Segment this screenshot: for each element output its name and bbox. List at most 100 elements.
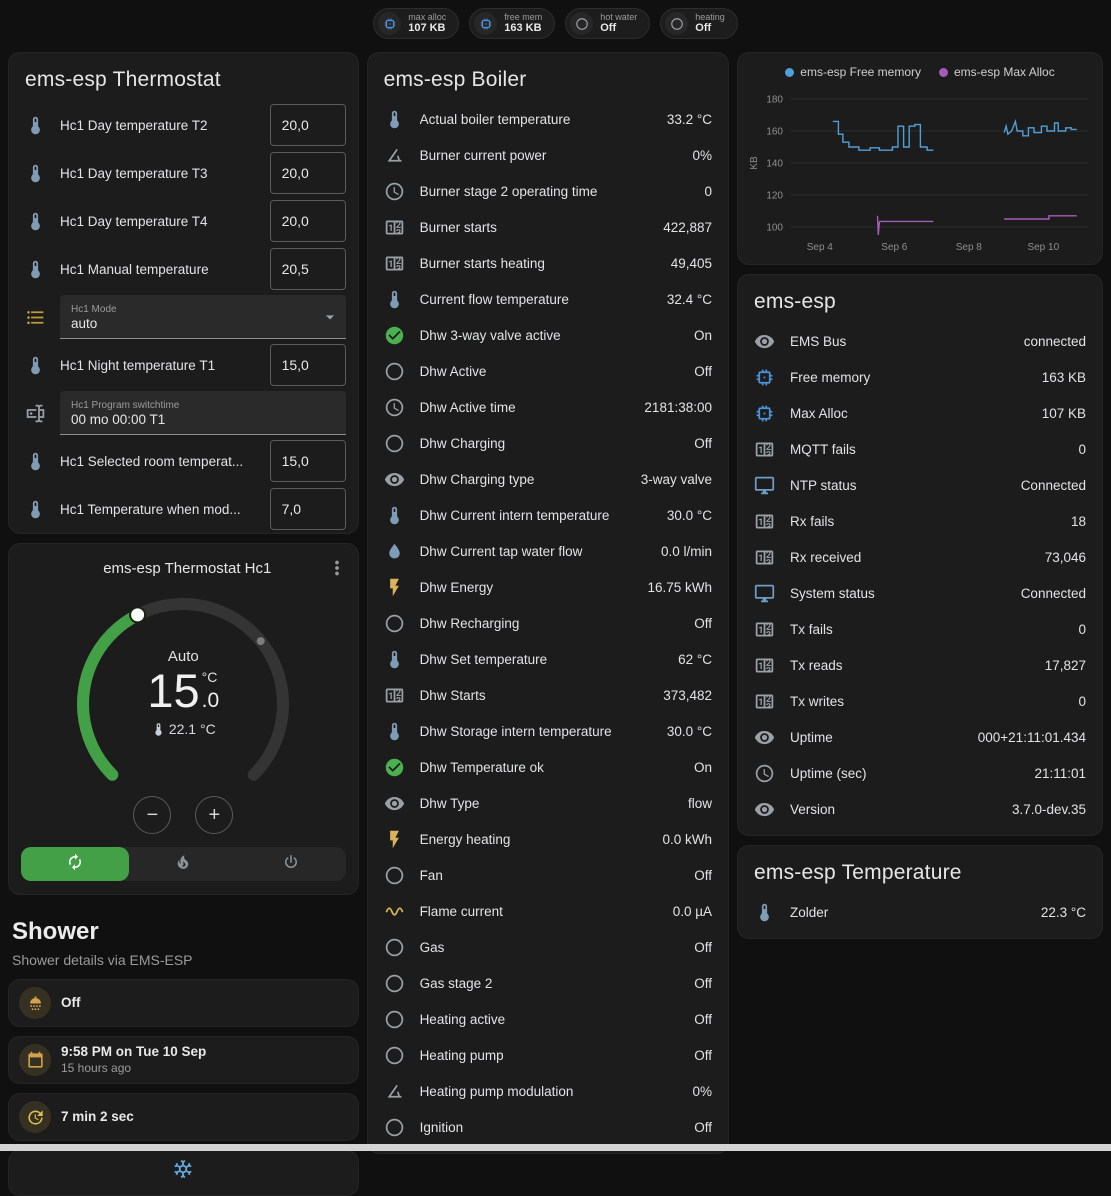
circle-icon — [665, 12, 688, 35]
hvac-mode-button-off[interactable] — [237, 847, 345, 881]
badge-hot-water[interactable]: hot waterOff — [565, 8, 650, 39]
counter-icon — [384, 253, 405, 274]
entity-row[interactable]: GasOff — [368, 929, 728, 965]
timer-icon — [19, 1101, 51, 1133]
entity-row[interactable]: NTP statusConnected — [738, 467, 1102, 503]
more-options-button[interactable] — [326, 557, 350, 581]
entity-row[interactable]: Dhw ActiveOff — [368, 353, 728, 389]
entity-row[interactable]: Dhw Energy16.75 kWh — [368, 569, 728, 605]
entity-row[interactable]: System statusConnected — [738, 575, 1102, 611]
entity-row[interactable]: Uptime (sec)21:11:01 — [738, 755, 1102, 791]
textbox-icon — [25, 403, 46, 424]
check-circle-icon — [384, 757, 405, 778]
entity-row[interactable]: Current flow temperature32.4 °C — [368, 281, 728, 317]
entity-row[interactable]: Actual boiler temperature33.2 °C — [368, 101, 728, 137]
hvac-mode-button-auto[interactable] — [21, 847, 129, 881]
entity-row[interactable]: Dhw Temperature okOn — [368, 749, 728, 785]
entity-row[interactable]: Free memory163 KB — [738, 359, 1102, 395]
entity-row[interactable]: Max Alloc107 KB — [738, 395, 1102, 431]
entity-row[interactable]: Heating activeOff — [368, 1001, 728, 1037]
entity-row[interactable]: Dhw Set temperature62 °C — [368, 641, 728, 677]
entity-row[interactable]: Tx reads17,827 — [738, 647, 1102, 683]
entity-row[interactable]: Dhw Charging type3-way valve — [368, 461, 728, 497]
monitor-icon — [754, 583, 775, 604]
entity-label: Max Alloc — [790, 406, 1027, 421]
entity-row[interactable]: Dhw Active time2181:38:00 — [368, 389, 728, 425]
mode-select[interactable]: Hc1 Modeauto — [60, 295, 346, 339]
entity-label: Burner starts heating — [420, 256, 656, 271]
decrease-temp-button[interactable]: − — [133, 796, 171, 834]
chip-icon — [378, 12, 401, 35]
entity-row[interactable]: Burner starts422,887 — [368, 209, 728, 245]
entity-row[interactable]: Rx received73,046 — [738, 539, 1102, 575]
power-icon — [282, 853, 300, 876]
shower-tile[interactable]: Off — [8, 979, 359, 1027]
calendar-icon — [19, 1044, 51, 1076]
counter-icon — [384, 685, 405, 706]
badge-free-mem[interactable]: free mem163 KB — [469, 8, 555, 39]
entity-row[interactable]: Burner stage 2 operating time0 — [368, 173, 728, 209]
entity-row[interactable]: Dhw ChargingOff — [368, 425, 728, 461]
number-input[interactable]: 20,5 — [270, 248, 346, 290]
entity-row[interactable]: Tx fails0 — [738, 611, 1102, 647]
entity-row[interactable]: Tx writes0 — [738, 683, 1102, 719]
text-input[interactable]: Hc1 Program switchtime00 mo 00:00 T1 — [60, 391, 346, 435]
entity-value: 422,887 — [663, 220, 712, 235]
svg-text:160: 160 — [766, 127, 783, 138]
entity-row[interactable]: MQTT fails0 — [738, 431, 1102, 467]
entity-row[interactable]: Dhw Current intern temperature30.0 °C — [368, 497, 728, 533]
entity-row[interactable]: Energy heating0.0 kWh — [368, 821, 728, 857]
number-input[interactable]: 20,0 — [270, 104, 346, 146]
shower-tile[interactable]: 7 min 2 sec — [8, 1093, 359, 1141]
thermostat-row: Hc1 Night temperature T115,0 — [9, 341, 358, 389]
entity-row[interactable]: Rx fails18 — [738, 503, 1102, 539]
entity-row[interactable]: Dhw RechargingOff — [368, 605, 728, 641]
thermometer-icon — [384, 109, 405, 130]
entity-row[interactable]: Burner current power0% — [368, 137, 728, 173]
eye-icon — [754, 331, 775, 352]
entity-value: 18 — [1071, 514, 1086, 529]
entity-row[interactable]: Dhw Starts373,482 — [368, 677, 728, 713]
entity-row[interactable]: Version3.7.0-dev.35 — [738, 791, 1102, 827]
entity-row[interactable]: Uptime000+21:11:01.434 — [738, 719, 1102, 755]
number-input[interactable]: 7,0 — [270, 488, 346, 530]
entity-row[interactable]: Dhw 3-way valve activeOn — [368, 317, 728, 353]
entity-value: 0.0 µA — [673, 904, 712, 919]
entity-label: Burner stage 2 operating time — [420, 184, 690, 199]
number-input[interactable]: 15,0 — [270, 344, 346, 386]
entity-row[interactable]: Zolder22.3 °C — [738, 894, 1102, 930]
entity-row[interactable]: Heating pump modulation0% — [368, 1073, 728, 1109]
entity-row[interactable]: EMS Busconnected — [738, 323, 1102, 359]
fire-icon — [174, 853, 192, 876]
badge-max-alloc[interactable]: max alloc107 KB — [373, 8, 459, 39]
entity-row[interactable]: Flame current0.0 µA — [368, 893, 728, 929]
entity-row[interactable]: Dhw Storage intern temperature30.0 °C — [368, 713, 728, 749]
tile-primary-text: Off — [61, 995, 81, 1012]
thermostat-row: Hc1 Temperature when mod...7,0 — [9, 485, 358, 533]
eye-icon — [754, 727, 775, 748]
partial-tile-card[interactable] — [8, 1150, 359, 1196]
number-input[interactable]: 20,0 — [270, 152, 346, 194]
increase-temp-button[interactable]: + — [195, 796, 233, 834]
number-input[interactable]: 15,0 — [270, 440, 346, 482]
entity-label: Ignition — [420, 1120, 680, 1135]
badge-heating[interactable]: heatingOff — [660, 8, 738, 39]
shower-tile[interactable]: 9:58 PM on Tue 10 Sep15 hours ago — [8, 1036, 359, 1084]
thermostat-dial[interactable]: Auto 15 °C .0 22.1 °C — [68, 592, 298, 792]
chip-icon — [474, 12, 497, 35]
entity-label: Heating pump modulation — [420, 1084, 678, 1099]
column-left: ems-esp Thermostat Hc1 Day temperature T… — [8, 52, 359, 1196]
chart-legend: ems-esp Free memoryems-esp Max Alloc — [746, 63, 1094, 83]
entity-row[interactable]: Dhw Current tap water flow0.0 l/min — [368, 533, 728, 569]
entity-row[interactable]: Burner starts heating49,405 — [368, 245, 728, 281]
entity-value: 21:11:01 — [1034, 766, 1086, 781]
entity-row[interactable]: Dhw Typeflow — [368, 785, 728, 821]
entity-label: Heating pump — [420, 1048, 680, 1063]
hvac-mode-button-heat[interactable] — [129, 847, 237, 881]
entity-row[interactable]: IgnitionOff — [368, 1109, 728, 1145]
entity-row[interactable]: FanOff — [368, 857, 728, 893]
entity-label: Tx writes — [790, 694, 1063, 709]
entity-row[interactable]: Gas stage 2Off — [368, 965, 728, 1001]
number-input[interactable]: 20,0 — [270, 200, 346, 242]
entity-row[interactable]: Heating pumpOff — [368, 1037, 728, 1073]
